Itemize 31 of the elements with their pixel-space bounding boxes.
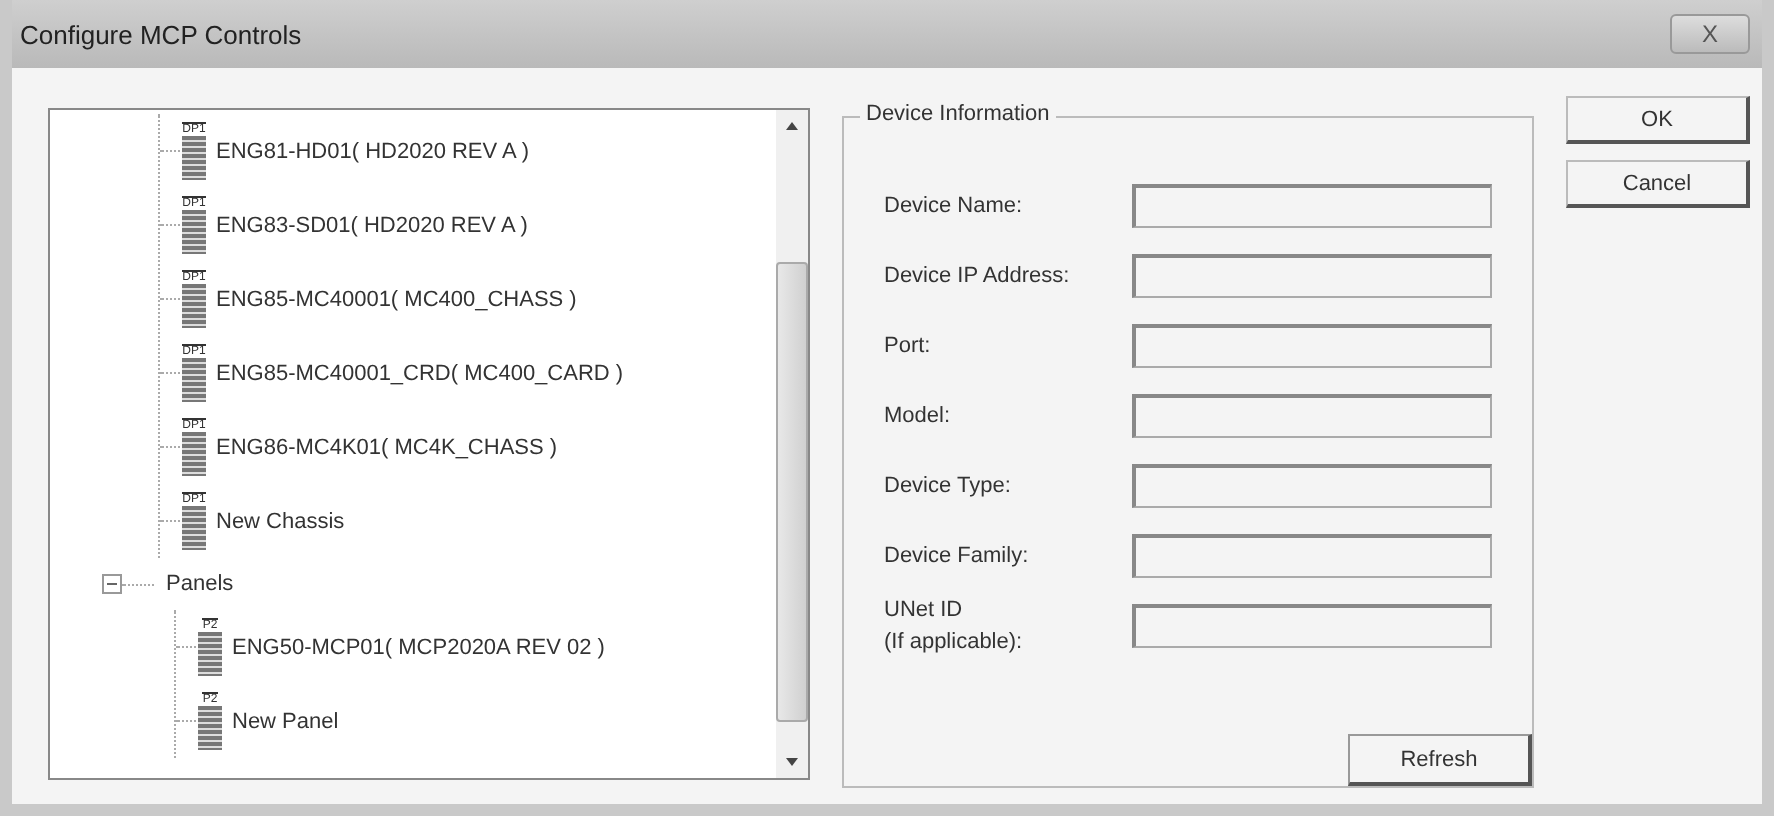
input-field[interactable] <box>1132 603 1492 647</box>
field-label: Model: <box>884 401 953 431</box>
cancel-button[interactable]: Cancel <box>1566 160 1750 208</box>
tree-item[interactable]: New Panel <box>232 709 339 733</box>
scrollbar[interactable] <box>776 110 808 778</box>
window-title: Configure MCP Controls <box>20 19 302 49</box>
field-label: Device Name: <box>884 191 1025 221</box>
field-label: Port: <box>884 331 933 361</box>
field-label: Device Family: <box>884 541 1031 571</box>
field-label: Device Type: <box>884 471 1013 501</box>
tree-item[interactable]: New Chassis <box>216 509 345 533</box>
tree-item[interactable]: Panels <box>166 572 234 596</box>
input-field[interactable] <box>1132 393 1492 437</box>
tree-item[interactable]: ENG81-HD01( HD2020 REV A ) <box>216 139 530 163</box>
tree-item[interactable]: ENG85-MC40001( MC400_CHASS ) <box>216 287 577 311</box>
ok-button[interactable]: OK <box>1566 96 1750 144</box>
tree-item[interactable]: ENG85-MC40001_CRD( MC400_CARD ) <box>216 361 624 385</box>
group-title: Device Information <box>860 102 1056 126</box>
field-label: UNet ID (If applicable): <box>884 595 1025 657</box>
tree-item[interactable]: ENG50-MCP01( MCP2020A REV 02 ) <box>232 635 605 659</box>
refresh-button[interactable]: Refresh <box>1348 734 1532 786</box>
field-label: Device IP Address: <box>884 261 1072 291</box>
close-button[interactable]: X <box>1670 14 1750 54</box>
input-field[interactable] <box>1132 183 1492 227</box>
input-field[interactable] <box>1132 253 1492 297</box>
collapse-icon[interactable] <box>102 574 122 594</box>
tree-item[interactable]: ENG83-SD01( HD2020 REV A ) <box>216 213 528 237</box>
tree-item[interactable]: ENG86-MC4K01( MC4K_CHASS ) <box>216 435 558 459</box>
input-field[interactable] <box>1132 533 1492 577</box>
input-field[interactable] <box>1132 463 1492 507</box>
input-field[interactable] <box>1132 323 1492 367</box>
